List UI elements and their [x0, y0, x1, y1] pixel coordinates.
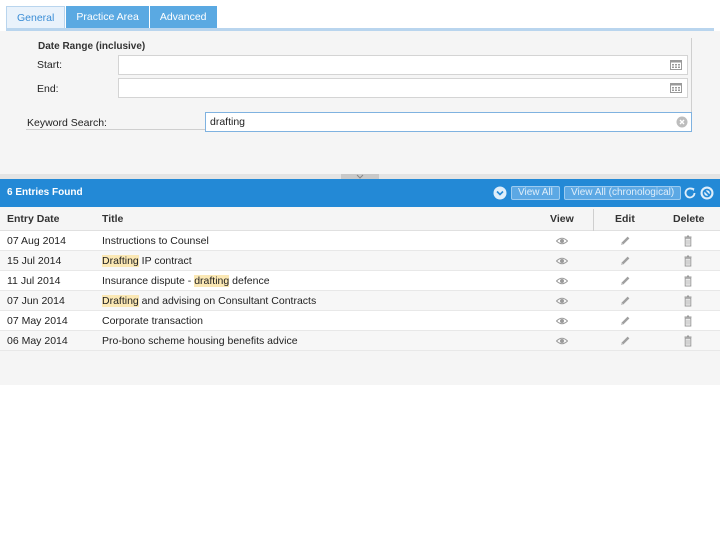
- results-header: 6 Entries Found View All View All (chron…: [0, 179, 720, 207]
- entry-date-cell: 15 Jul 2014: [7, 255, 62, 267]
- title-cell[interactable]: Instructions to Counsel: [102, 235, 209, 247]
- eye-icon[interactable]: [556, 315, 568, 327]
- clear-input-icon[interactable]: [676, 116, 688, 128]
- table-row[interactable]: 07 Aug 2014 Instructions to Counsel: [0, 231, 720, 251]
- entry-date-cell: 07 May 2014: [7, 315, 68, 327]
- title-cell[interactable]: Insurance dispute - drafting defence: [102, 275, 270, 287]
- title-text: Insurance dispute -: [102, 275, 195, 287]
- table-header-row: Entry Date Title View Edit Delete: [0, 207, 720, 231]
- tab-practice-area[interactable]: Practice Area: [66, 6, 149, 29]
- table-row[interactable]: 07 May 2014 Corporate transaction: [0, 311, 720, 331]
- pencil-icon[interactable]: [619, 275, 631, 287]
- entry-date-cell: 06 May 2014: [7, 335, 68, 347]
- start-date-input[interactable]: [118, 55, 688, 75]
- trash-icon[interactable]: [682, 335, 694, 347]
- title-cell[interactable]: Drafting and advising on Consultant Cont…: [102, 295, 316, 307]
- refresh-icon[interactable]: [683, 186, 697, 200]
- results-count: 6 Entries Found: [7, 187, 83, 198]
- results-table: Entry Date Title View Edit Delete 07 Aug…: [0, 207, 720, 385]
- table-row[interactable]: 07 Jun 2014 Drafting and advising on Cons…: [0, 291, 720, 311]
- entry-date-cell: 07 Jun 2014: [7, 295, 65, 307]
- view-all-button[interactable]: View All: [511, 186, 560, 200]
- search-highlight: drafting: [194, 275, 230, 287]
- title-cell[interactable]: Pro-bono scheme housing benefits advice: [102, 335, 298, 347]
- search-highlight: Drafting: [102, 295, 139, 307]
- trash-icon[interactable]: [682, 315, 694, 327]
- chevron-down-circle-icon[interactable]: [493, 186, 507, 200]
- column-divider: [593, 209, 594, 231]
- eye-icon[interactable]: [556, 335, 568, 347]
- keyword-label: Keyword Search:: [27, 117, 107, 129]
- pencil-icon[interactable]: [619, 235, 631, 247]
- title-cell[interactable]: Drafting IP contract: [102, 255, 192, 267]
- entry-date-cell: 07 Aug 2014: [7, 235, 66, 247]
- calendar-icon[interactable]: [670, 83, 682, 93]
- calendar-icon[interactable]: [670, 60, 682, 70]
- date-range-legend: Date Range (inclusive): [38, 41, 146, 52]
- title-text: defence: [229, 275, 270, 287]
- column-edit: Edit: [615, 213, 635, 225]
- title-text: Instructions to Counsel: [102, 235, 209, 247]
- start-label: Start:: [37, 59, 63, 71]
- eye-icon[interactable]: [556, 255, 568, 267]
- search-highlight: Drafting: [102, 255, 139, 267]
- pencil-icon[interactable]: [619, 335, 631, 347]
- table-row[interactable]: 11 Jul 2014 Insurance dispute - drafting …: [0, 271, 720, 291]
- filter-panel: Date Range (inclusive) Start: End: Keywo…: [0, 31, 720, 174]
- entry-date-cell: 11 Jul 2014: [7, 275, 61, 287]
- trash-icon[interactable]: [682, 295, 694, 307]
- trash-icon[interactable]: [682, 255, 694, 267]
- pencil-icon[interactable]: [619, 315, 631, 327]
- column-delete: Delete: [673, 213, 705, 225]
- column-view: View: [550, 213, 574, 225]
- eye-icon[interactable]: [556, 235, 568, 247]
- column-title[interactable]: Title: [102, 213, 123, 225]
- trash-icon[interactable]: [682, 275, 694, 287]
- title-text: Pro-bono scheme housing benefits advice: [102, 335, 298, 347]
- title-cell[interactable]: Corporate transaction: [102, 315, 203, 327]
- title-text: Corporate transaction: [102, 315, 203, 327]
- end-date-input[interactable]: [118, 78, 688, 98]
- eye-icon[interactable]: [556, 275, 568, 287]
- pencil-icon[interactable]: [619, 255, 631, 267]
- tab-advanced[interactable]: Advanced: [149, 6, 217, 29]
- table-row[interactable]: 06 May 2014 Pro-bono scheme housing benef…: [0, 331, 720, 351]
- ban-icon[interactable]: [700, 186, 714, 200]
- trash-icon[interactable]: [682, 235, 694, 247]
- tab-bar: General Practice Area Advanced: [6, 6, 218, 29]
- eye-icon[interactable]: [556, 295, 568, 307]
- pencil-icon[interactable]: [619, 295, 631, 307]
- column-entry-date[interactable]: Entry Date: [7, 213, 60, 225]
- title-text: IP contract: [138, 255, 192, 267]
- tab-general[interactable]: General: [6, 6, 66, 29]
- end-label: End:: [37, 83, 59, 95]
- view-all-chronological-button[interactable]: View All (chronological): [564, 186, 682, 200]
- keyword-search-input[interactable]: [205, 112, 692, 132]
- table-row[interactable]: 15 Jul 2014 Drafting IP contract: [0, 251, 720, 271]
- title-text: and advising on Consultant Contracts: [138, 295, 317, 307]
